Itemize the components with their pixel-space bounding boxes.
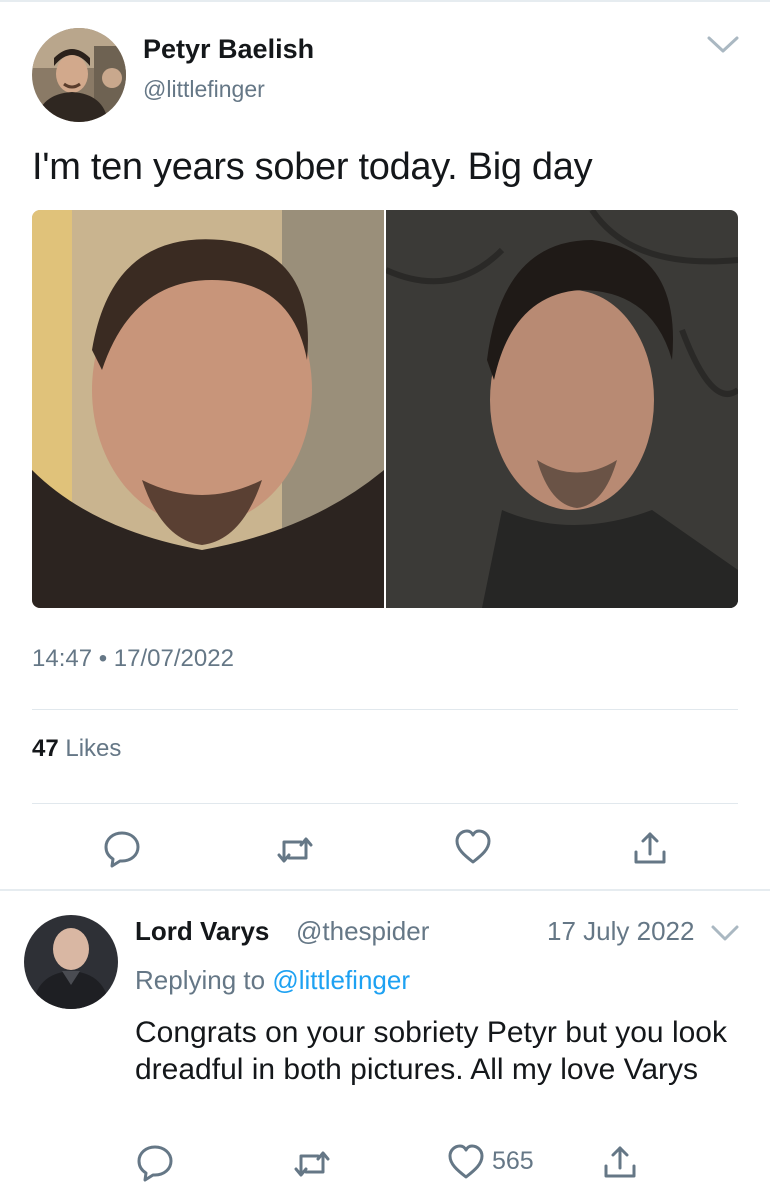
chevron-down-icon[interactable] [710,922,740,944]
divider [32,709,738,710]
like-icon[interactable] [453,827,493,867]
reply-like-count: 565 [492,1147,534,1175]
likes-label: Likes [65,735,122,762]
replying-prefix: Replying to [135,965,266,995]
reply-icon[interactable] [102,828,142,868]
replying-to: Replying to @littlefinger [135,965,410,996]
chevron-down-icon[interactable] [706,30,740,58]
share-icon[interactable] [600,1142,640,1182]
reply-text: Congrats on your sobriety Petyr but you … [135,1016,727,1086]
reply-author-avatar[interactable] [24,915,118,1009]
reply-author-handle[interactable]: @thespider [296,916,429,947]
author-avatar[interactable] [32,28,126,122]
author-name[interactable]: Petyr Baelish [143,34,314,65]
top-border [0,0,770,2]
divider [32,803,738,804]
likes-summary[interactable]: 47 Likes [32,735,121,763]
like-icon[interactable] [446,1142,486,1182]
reply-author-name[interactable]: Lord Varys [135,916,269,947]
likes-count: 47 [32,735,59,762]
reply-date[interactable]: 17 July 2022 [547,916,694,947]
share-icon[interactable] [630,828,670,868]
retweet-icon[interactable] [292,1144,332,1184]
retweet-icon[interactable] [275,830,315,870]
section-separator [0,889,770,891]
tweet-timestamp[interactable]: 14:47 • 17/07/2022 [32,645,234,673]
author-handle[interactable]: @littlefinger [143,76,265,103]
tweet-photo-image [32,210,738,608]
reply-icon[interactable] [135,1142,175,1182]
author-avatar-image [32,28,126,122]
tweet-text: I'm ten years sober today. Big day [32,146,593,188]
reply-avatar-image [24,915,118,1009]
replying-mention-link[interactable]: @littlefinger [272,965,410,995]
tweet-photo[interactable] [32,210,738,608]
